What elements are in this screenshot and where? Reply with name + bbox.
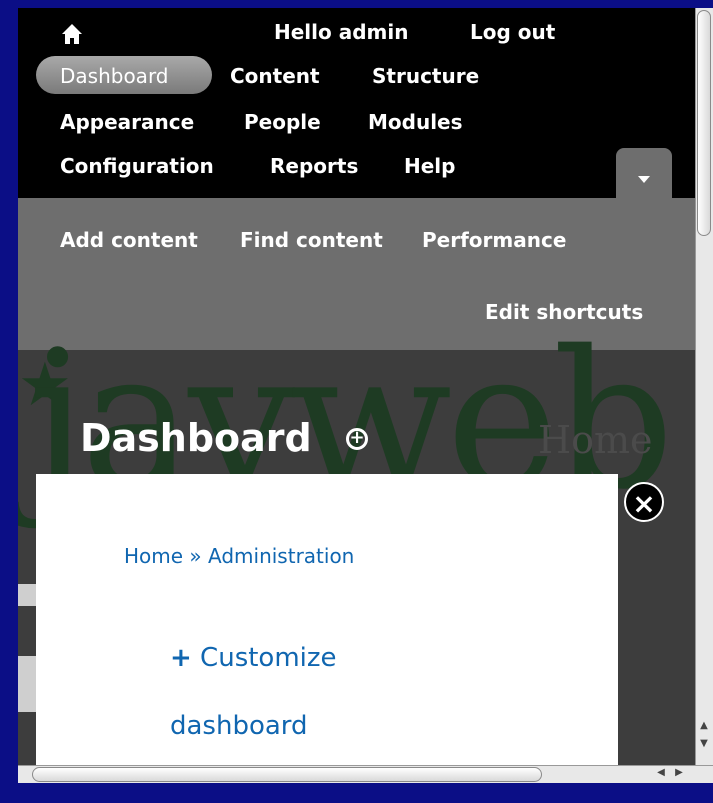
- shortcuts-toggle-button[interactable]: [616, 148, 672, 200]
- greeting-prefix: Hello: [274, 20, 339, 44]
- customize-dashboard-link[interactable]: + Customize dashboard: [170, 624, 430, 760]
- menu-item-modules[interactable]: Modules: [368, 110, 463, 134]
- menu-item-reports[interactable]: Reports: [270, 154, 358, 178]
- shortcut-add-content[interactable]: Add content: [60, 228, 198, 252]
- horizontal-scrollbar[interactable]: ◀ ▶: [18, 765, 713, 783]
- browser-viewport: Hello admin Log out Dashboard Content St…: [18, 8, 695, 765]
- shortcut-find-content[interactable]: Find content: [240, 228, 383, 252]
- plus-circle-icon[interactable]: +: [346, 428, 368, 450]
- shortcut-performance[interactable]: Performance: [422, 228, 566, 252]
- menu-item-people[interactable]: People: [244, 110, 321, 134]
- scroll-left-icon[interactable]: ◀: [654, 767, 668, 781]
- breadcrumb[interactable]: Home » Administration: [124, 544, 354, 568]
- scroll-up-icon[interactable]: ▲: [698, 720, 710, 734]
- plus-icon: +: [170, 643, 192, 673]
- horizontal-scrollbar-thumb[interactable]: [32, 767, 542, 782]
- menu-item-dashboard[interactable]: Dashboard: [60, 64, 169, 88]
- vertical-scrollbar-thumb[interactable]: [697, 10, 711, 236]
- admin-toolbar: Hello admin Log out Dashboard Content St…: [18, 8, 695, 200]
- chevron-down-icon: [638, 176, 650, 183]
- greeting-user[interactable]: admin: [339, 20, 409, 44]
- scroll-right-icon[interactable]: ▶: [672, 767, 686, 781]
- scroll-down-icon[interactable]: ▼: [698, 738, 710, 752]
- menu-item-configuration[interactable]: Configuration: [60, 154, 214, 178]
- home-icon[interactable]: [60, 22, 84, 46]
- logout-link[interactable]: Log out: [470, 20, 555, 44]
- header-home-text: Home: [538, 418, 653, 462]
- close-icon[interactable]: ×: [624, 482, 664, 522]
- vertical-scrollbar[interactable]: ▲ ▼: [695, 8, 713, 765]
- background-fragment: [18, 584, 36, 606]
- background-fragment: [18, 656, 36, 712]
- menu-item-appearance[interactable]: Appearance: [60, 110, 194, 134]
- overlay-panel: Home » Administration + Customize dashbo…: [36, 474, 618, 765]
- greeting: Hello admin: [274, 20, 408, 44]
- menu-item-content[interactable]: Content: [230, 64, 320, 88]
- page-title: Dashboard: [80, 416, 312, 460]
- customize-dashboard-label: Customize dashboard: [170, 643, 337, 741]
- menu-item-help[interactable]: Help: [404, 154, 455, 178]
- menu-item-structure[interactable]: Structure: [372, 64, 479, 88]
